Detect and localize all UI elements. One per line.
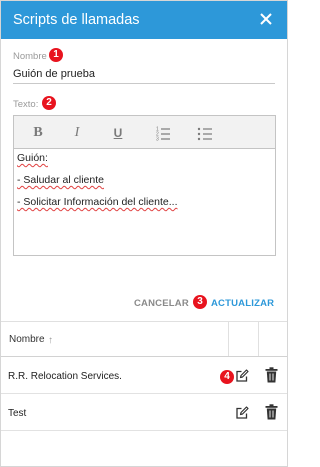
editor-line: - Solicitar Información del cliente... bbox=[17, 196, 178, 208]
editor-content[interactable]: Guión: - Saludar al cliente - Solicitar … bbox=[17, 152, 177, 218]
cancel-button[interactable]: CANCELAR bbox=[134, 298, 189, 309]
bold-button[interactable]: B bbox=[28, 123, 48, 143]
update-button[interactable]: ACTUALIZAR bbox=[211, 298, 274, 309]
scripts-dialog: Scripts de llamadas Nombre 1 Guión de pr… bbox=[0, 0, 288, 467]
sort-arrow-up-icon[interactable]: ↑ bbox=[48, 335, 53, 346]
annotation-badge-3: 3 bbox=[193, 295, 207, 309]
name-field-label: Nombre bbox=[13, 51, 47, 62]
rich-text-editor[interactable]: B I U 1 2 3 Guión: - Saludar al cliente … bbox=[13, 115, 276, 256]
annotation-badge-1: 1 bbox=[49, 48, 63, 62]
row-name: Test bbox=[8, 408, 27, 419]
table-top-border bbox=[1, 321, 287, 322]
underline-button[interactable]: U bbox=[108, 123, 128, 143]
row-name: R.R. Relocation Services. bbox=[8, 371, 122, 382]
table-row[interactable]: R.R. Relocation Services. 4 bbox=[1, 357, 287, 394]
editor-line: Guión: bbox=[17, 152, 48, 164]
close-icon[interactable] bbox=[257, 10, 275, 28]
edit-icon[interactable] bbox=[235, 406, 249, 420]
editor-toolbar: B I U 1 2 3 bbox=[14, 116, 275, 149]
annotation-badge-4: 4 bbox=[220, 370, 234, 384]
dialog-header: Scripts de llamadas bbox=[1, 1, 287, 39]
svg-text:3: 3 bbox=[156, 137, 159, 143]
trash-icon[interactable] bbox=[265, 367, 278, 383]
annotation-badge-2: 2 bbox=[42, 96, 56, 110]
name-input[interactable]: Guión de prueba bbox=[13, 68, 95, 80]
trash-icon[interactable] bbox=[265, 404, 278, 420]
edit-icon[interactable] bbox=[235, 369, 249, 383]
name-input-underline bbox=[13, 83, 275, 84]
table-row[interactable]: Test bbox=[1, 394, 287, 431]
text-field-label: Texto: bbox=[13, 99, 39, 110]
dialog-title: Scripts de llamadas bbox=[13, 12, 140, 28]
column-separator bbox=[228, 321, 229, 356]
editor-line: - Saludar al cliente bbox=[17, 174, 104, 186]
unordered-list-icon[interactable] bbox=[195, 123, 215, 143]
italic-button[interactable]: I bbox=[67, 123, 87, 143]
column-separator bbox=[258, 321, 259, 356]
ordered-list-icon[interactable]: 1 2 3 bbox=[153, 123, 173, 143]
column-header-name[interactable]: Nombre bbox=[9, 334, 45, 345]
